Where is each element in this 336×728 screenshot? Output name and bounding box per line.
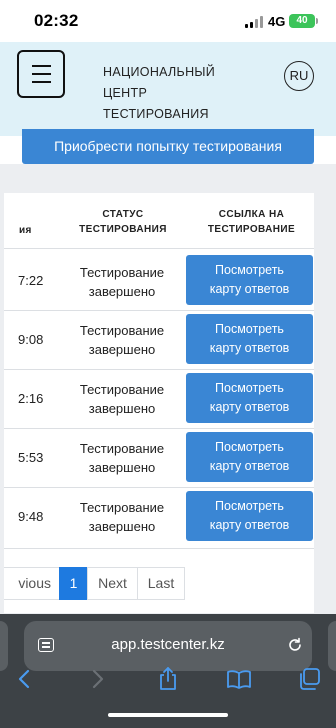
status-text: завершено	[88, 284, 156, 299]
button-label: карту ответов	[209, 518, 290, 532]
hamburger-icon-line	[32, 73, 51, 75]
status-cell: Тестирование завершено	[72, 321, 172, 359]
back-icon[interactable]	[12, 666, 38, 692]
column-header-status: СТАТУС ТЕСТИРОВАНИЯ	[68, 207, 178, 237]
button-label: Посмотреть	[215, 381, 284, 395]
pagination-page-1[interactable]: 1	[59, 567, 88, 600]
column-header-link-line: ССЫЛКА НА	[218, 209, 285, 220]
view-answer-sheet-button[interactable]: Посмотреть карту ответов	[186, 314, 313, 364]
button-label: карту ответов	[209, 341, 290, 355]
buy-attempt-button[interactable]: Приобрести попытку тестирования	[22, 129, 314, 164]
status-text: завершено	[88, 401, 156, 416]
column-header-link-line: ТЕСТИРОВАНИЕ	[207, 224, 296, 235]
status-text: Тестирование	[79, 382, 165, 397]
row-divider	[4, 428, 314, 429]
row-divider	[4, 310, 314, 311]
button-label: Посмотреть	[215, 263, 284, 277]
forward-icon	[92, 669, 104, 689]
table-bottom-border	[4, 548, 314, 549]
status-text: Тестирование	[79, 500, 165, 515]
button-label: карту ответов	[209, 400, 290, 414]
status-text: завершено	[88, 460, 156, 475]
status-text: Тестирование	[79, 441, 165, 456]
previous-tab-preview[interactable]	[0, 621, 8, 671]
row-divider	[4, 369, 314, 370]
status-text: Тестирование	[79, 323, 165, 338]
column-header-link: ССЫЛКА НА ТЕСТИРОВАНИЕ	[194, 207, 309, 237]
battery-tip	[316, 18, 318, 24]
button-label: Посмотреть	[215, 499, 284, 513]
language-switcher[interactable]: RU	[284, 61, 314, 91]
brand-line: ТЕСТИРОВАНИЯ	[103, 107, 209, 121]
status-time: 02:32	[34, 11, 79, 30]
status-cell: Тестирование завершено	[72, 263, 172, 301]
share-icon[interactable]	[155, 666, 181, 692]
view-answer-sheet-button[interactable]: Посмотреть карту ответов	[186, 491, 313, 541]
button-label: Посмотреть	[215, 440, 284, 454]
battery-icon: 40	[289, 14, 315, 28]
view-answer-sheet-button[interactable]: Посмотреть карту ответов	[186, 255, 313, 305]
view-answer-sheet-button[interactable]: Посмотреть карту ответов	[186, 373, 313, 423]
cellular-signal-icon	[245, 16, 263, 28]
column-header-status-line: СТАТУС	[102, 209, 144, 220]
button-label: Посмотреть	[215, 322, 284, 336]
hamburger-icon	[32, 65, 51, 67]
column-header-time: ия	[19, 225, 32, 236]
status-bar: 02:32 4G 40	[0, 0, 336, 42]
time-cell: 2:16	[18, 391, 44, 406]
status-text: завершено	[88, 342, 156, 357]
time-cell: 9:48	[18, 509, 44, 524]
status-text: Тестирование	[79, 265, 165, 280]
bookmarks-icon[interactable]	[226, 666, 252, 692]
time-cell: 9:08	[18, 332, 44, 347]
url-text: app.testcenter.kz	[111, 636, 225, 653]
tabs-icon[interactable]	[297, 666, 323, 692]
hamburger-icon-line	[32, 81, 51, 83]
site-brand[interactable]: НАЦИОНАЛЬНЫЙ ЦЕНТР ТЕСТИРОВАНИЯ	[103, 62, 215, 125]
pagination-next[interactable]: Next	[87, 567, 138, 600]
hamburger-menu-button[interactable]	[17, 50, 65, 98]
address-bar[interactable]: app.testcenter.kz	[24, 621, 312, 671]
row-divider	[4, 487, 314, 488]
status-cell: Тестирование завершено	[72, 498, 172, 536]
reload-icon[interactable]	[286, 636, 304, 654]
column-header-status-line: ТЕСТИРОВАНИЯ	[79, 224, 167, 235]
view-answer-sheet-button[interactable]: Посмотреть карту ответов	[186, 432, 313, 482]
network-type: 4G	[268, 14, 286, 29]
status-cell: Тестирование завершено	[72, 439, 172, 477]
site-header: НАЦИОНАЛЬНЫЙ ЦЕНТР ТЕСТИРОВАНИЯ RU	[0, 42, 336, 136]
next-tab-preview[interactable]	[328, 621, 336, 671]
time-cell: 5:53	[18, 450, 44, 465]
time-cell: 7:22	[18, 273, 44, 288]
status-cell: Тестирование завершено	[72, 380, 172, 418]
row-divider	[4, 248, 314, 249]
home-indicator	[108, 713, 228, 717]
button-label: карту ответов	[209, 282, 290, 296]
button-label: карту ответов	[209, 459, 290, 473]
results-table: ия СТАТУС ТЕСТИРОВАНИЯ ССЫЛКА НА ТЕСТИРО…	[4, 193, 314, 613]
pagination-last[interactable]: Last	[137, 567, 185, 600]
brand-line: НАЦИОНАЛЬНЫЙ	[103, 65, 216, 79]
pagination-previous[interactable]: vious	[4, 567, 60, 600]
status-text: завершено	[88, 519, 156, 534]
brand-line: ЦЕНТР	[103, 86, 148, 100]
